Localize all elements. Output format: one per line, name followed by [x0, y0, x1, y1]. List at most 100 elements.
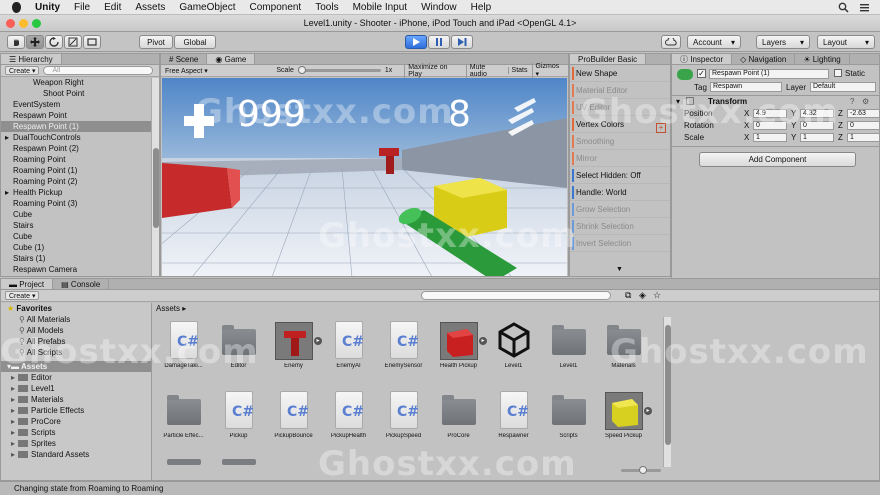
probuilder-action[interactable]: Smoothing — [570, 133, 670, 150]
expand-arrow-icon[interactable]: ▸ — [11, 450, 15, 459]
scale-slider[interactable] — [297, 66, 381, 74]
transform-y-field[interactable]: 0 — [800, 121, 834, 130]
tab-lighting[interactable]: ☀ Lighting — [795, 54, 850, 64]
step-button[interactable] — [451, 35, 473, 49]
slider-handle[interactable] — [297, 66, 306, 74]
hierarchy-item[interactable]: ▸ DualTouchControls — [1, 132, 159, 143]
transform-y-field[interactable]: 1 — [800, 133, 834, 142]
probuilder-action[interactable]: Material Editor — [570, 82, 670, 99]
layer-dropdown[interactable]: Default — [810, 82, 876, 92]
menu-item[interactable]: Window — [421, 2, 457, 13]
asset-item[interactable]: Editor — [211, 319, 266, 379]
account-dropdown[interactable]: Account ▾ — [687, 35, 741, 49]
scrollbar-thumb[interactable] — [153, 148, 159, 228]
search-icon[interactable] — [838, 2, 849, 13]
hierarchy-item[interactable]: Cube (1) — [1, 242, 159, 253]
settings-gear-icon[interactable]: ⚙ — [862, 97, 869, 106]
cloud-button[interactable] — [661, 35, 681, 49]
favorite-item[interactable]: ⚲ All Models — [1, 325, 151, 336]
aspect-dropdown[interactable]: Free Aspect ▾ — [165, 67, 272, 75]
expand-prefab-icon[interactable]: ▸ — [644, 407, 652, 415]
hierarchy-item[interactable]: Cube — [1, 209, 159, 220]
splitter[interactable] — [151, 303, 152, 480]
play-button[interactable] — [405, 35, 427, 49]
hand-tool-button[interactable] — [7, 35, 25, 49]
expand-arrow-icon[interactable]: ▸ — [11, 428, 15, 437]
asset-folder[interactable]: ▸ Scripts — [1, 427, 151, 438]
hierarchy-item[interactable]: Roaming Point — [1, 154, 159, 165]
menu-item[interactable]: Tools — [315, 2, 338, 13]
asset-item[interactable]: C# Pickup — [211, 389, 266, 449]
asset-item[interactable]: C# Respawner — [486, 389, 541, 449]
asset-item[interactable]: C# PickupHealth — [321, 389, 376, 449]
tab-console[interactable]: ▤ Console — [53, 279, 110, 289]
probuilder-action[interactable]: Select Hidden: Off — [570, 167, 670, 184]
icon-size-slider[interactable] — [621, 466, 661, 474]
add-component-button[interactable]: Add Component — [699, 152, 856, 167]
scale-tool-button[interactable] — [64, 35, 82, 49]
gizmos-dropdown[interactable]: Gizmos ▾ — [531, 63, 565, 78]
game-viewport[interactable]: 999 8 — [162, 78, 567, 276]
hierarchy-item[interactable]: Roaming Point (2) — [1, 176, 159, 187]
asset-folder[interactable]: ▸ Particle Effects — [1, 405, 151, 416]
app-menu[interactable]: Unity — [35, 2, 60, 13]
filter-type-icon[interactable]: ⧉ — [625, 290, 631, 301]
asset-folder[interactable]: ▸ Editor — [1, 372, 151, 383]
transform-x-field[interactable]: 1 — [753, 133, 787, 142]
expand-arrow-icon[interactable]: ▸ — [11, 417, 15, 426]
apple-icon[interactable] — [12, 1, 21, 13]
hierarchy-item[interactable]: Stairs (1) — [1, 253, 159, 264]
asset-item[interactable]: Materials — [596, 319, 651, 379]
transform-x-field[interactable]: 0 — [753, 121, 787, 130]
menu-item[interactable]: Component — [250, 2, 302, 13]
tab-project[interactable]: ▬ Project — [1, 279, 54, 289]
hierarchy-item[interactable]: Respawn Point (2) — [1, 143, 159, 154]
scroll-down-icon[interactable]: ▼ — [616, 266, 623, 273]
vertex-colors-plus-icon[interactable]: + — [656, 123, 666, 133]
hierarchy-item[interactable]: ▸ Health Pickup — [1, 187, 159, 198]
close-window-icon[interactable] — [6, 19, 15, 28]
hierarchy-item[interactable]: EventSystem — [1, 99, 159, 110]
tab-hierarchy[interactable]: ☰ Hierarchy — [1, 54, 62, 64]
hierarchy-item[interactable]: Shoot Point — [1, 88, 159, 99]
asset-folder[interactable]: ▸ Standard Assets — [1, 449, 151, 460]
asset-item[interactable]: Level1 — [541, 319, 596, 379]
probuilder-action[interactable]: Vertex Colors — [570, 116, 670, 133]
create-button[interactable]: Create ▾ — [5, 66, 40, 75]
asset-item[interactable]: Particle Effec... — [156, 389, 211, 449]
favorite-item[interactable]: ⚲ All Prefabs — [1, 336, 151, 347]
asset-item[interactable]: C# PickupBounce — [266, 389, 321, 449]
move-tool-button[interactable] — [26, 35, 44, 49]
probuilder-action[interactable]: UV Editor — [570, 99, 670, 116]
favorites-header[interactable]: ★ Favorites — [1, 303, 151, 314]
probuilder-action[interactable]: Invert Selection — [570, 235, 670, 252]
rect-tool-button[interactable] — [83, 35, 101, 49]
asset-item[interactable]: C# DamageTaki... — [156, 319, 211, 379]
asset-folder[interactable]: ▸ ProCore — [1, 416, 151, 427]
hierarchy-scrollbar[interactable] — [151, 78, 159, 276]
expand-arrow-icon[interactable]: ▸ — [11, 406, 15, 415]
hierarchy-search-input[interactable]: All — [43, 66, 154, 75]
project-search-input[interactable] — [421, 291, 611, 300]
menu-item[interactable]: Edit — [104, 2, 121, 13]
probuilder-action[interactable]: Handle: World — [570, 184, 670, 201]
transform-z-field[interactable]: 0 — [847, 121, 879, 130]
expand-arrow-icon[interactable]: ▸ — [11, 384, 15, 393]
hierarchy-item[interactable]: Weapon Right — [1, 77, 159, 88]
help-icon[interactable]: ? — [850, 97, 854, 106]
favorite-item[interactable]: ⚲ All Materials — [1, 314, 151, 325]
expand-arrow-icon[interactable]: ▸ — [11, 373, 15, 382]
hierarchy-item[interactable]: Respawn Point (1) — [1, 121, 159, 132]
favorite-item[interactable]: ⚲ All Scripts — [1, 347, 151, 358]
asset-item[interactable]: ▸ Health Pickup — [431, 319, 487, 379]
slider-handle[interactable] — [639, 466, 647, 474]
global-toggle[interactable]: Global — [174, 35, 216, 49]
project-create-button[interactable]: Create ▾ — [5, 291, 40, 300]
menu-item[interactable]: GameObject — [179, 2, 235, 13]
asset-folder[interactable]: ▸ Materials — [1, 394, 151, 405]
asset-breadcrumb[interactable]: Assets ▸ — [156, 304, 186, 313]
asset-folder[interactable]: ▸ Level1 — [1, 383, 151, 394]
tab-game[interactable]: ◉ Game — [207, 54, 256, 64]
asset-item[interactable]: Scripts — [541, 389, 596, 449]
asset-item[interactable]: C# EnemyAI — [321, 319, 376, 379]
